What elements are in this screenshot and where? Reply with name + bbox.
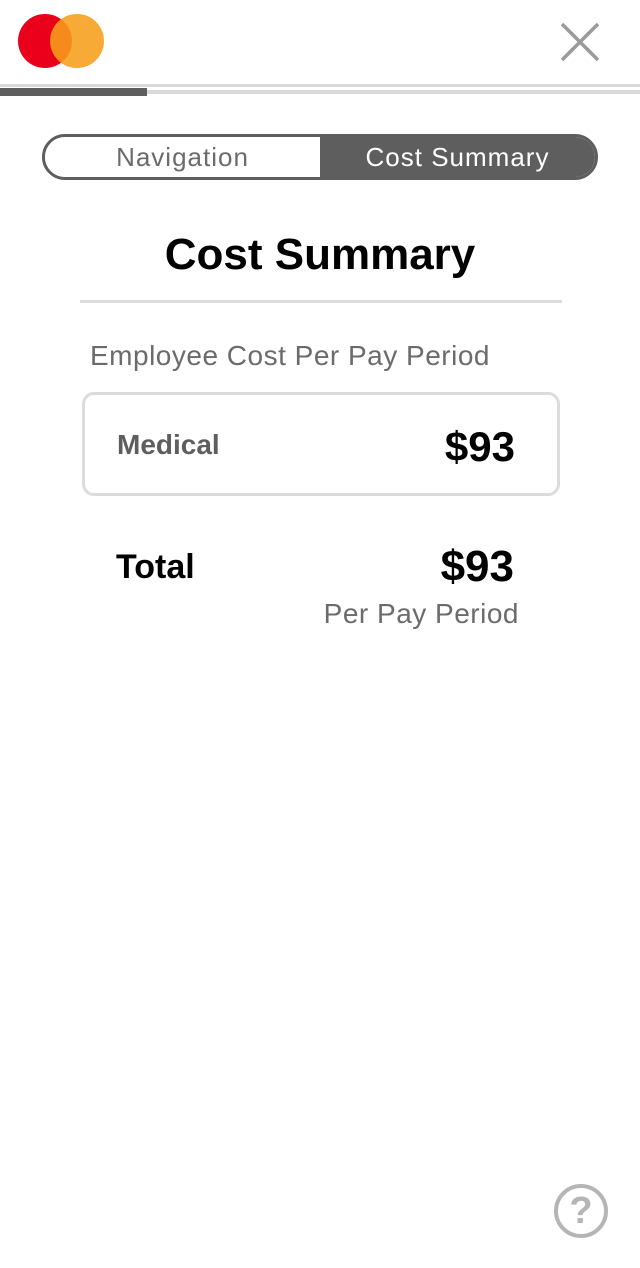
help-button[interactable]: ? [554,1184,608,1238]
total-period-note: Per Pay Period [323,598,519,629]
progress-fill [0,88,148,96]
total-amount: $93 [440,542,514,591]
logo-orange-circle [50,14,104,68]
title-divider [80,300,562,303]
view-toggle: Navigation Cost Summary [42,134,598,180]
close-button[interactable] [558,20,602,64]
tab-cost-summary[interactable]: Cost Summary [320,137,595,177]
cost-item-card: Medical $93 [82,392,560,496]
progress-bar [0,84,640,100]
mastercard-logo [18,14,106,68]
cost-item-label: Medical [117,429,220,460]
app-header [0,0,640,84]
total-label: Total [116,548,195,586]
progress-divider [0,84,640,87]
help-icon: ? [569,1189,593,1232]
tab-navigation[interactable]: Navigation [45,137,320,177]
cost-item-amount: $93 [444,423,515,470]
close-icon [560,22,600,62]
page-title: Cost Summary [164,230,476,279]
section-subtitle: Employee Cost Per Pay Period [90,340,490,371]
